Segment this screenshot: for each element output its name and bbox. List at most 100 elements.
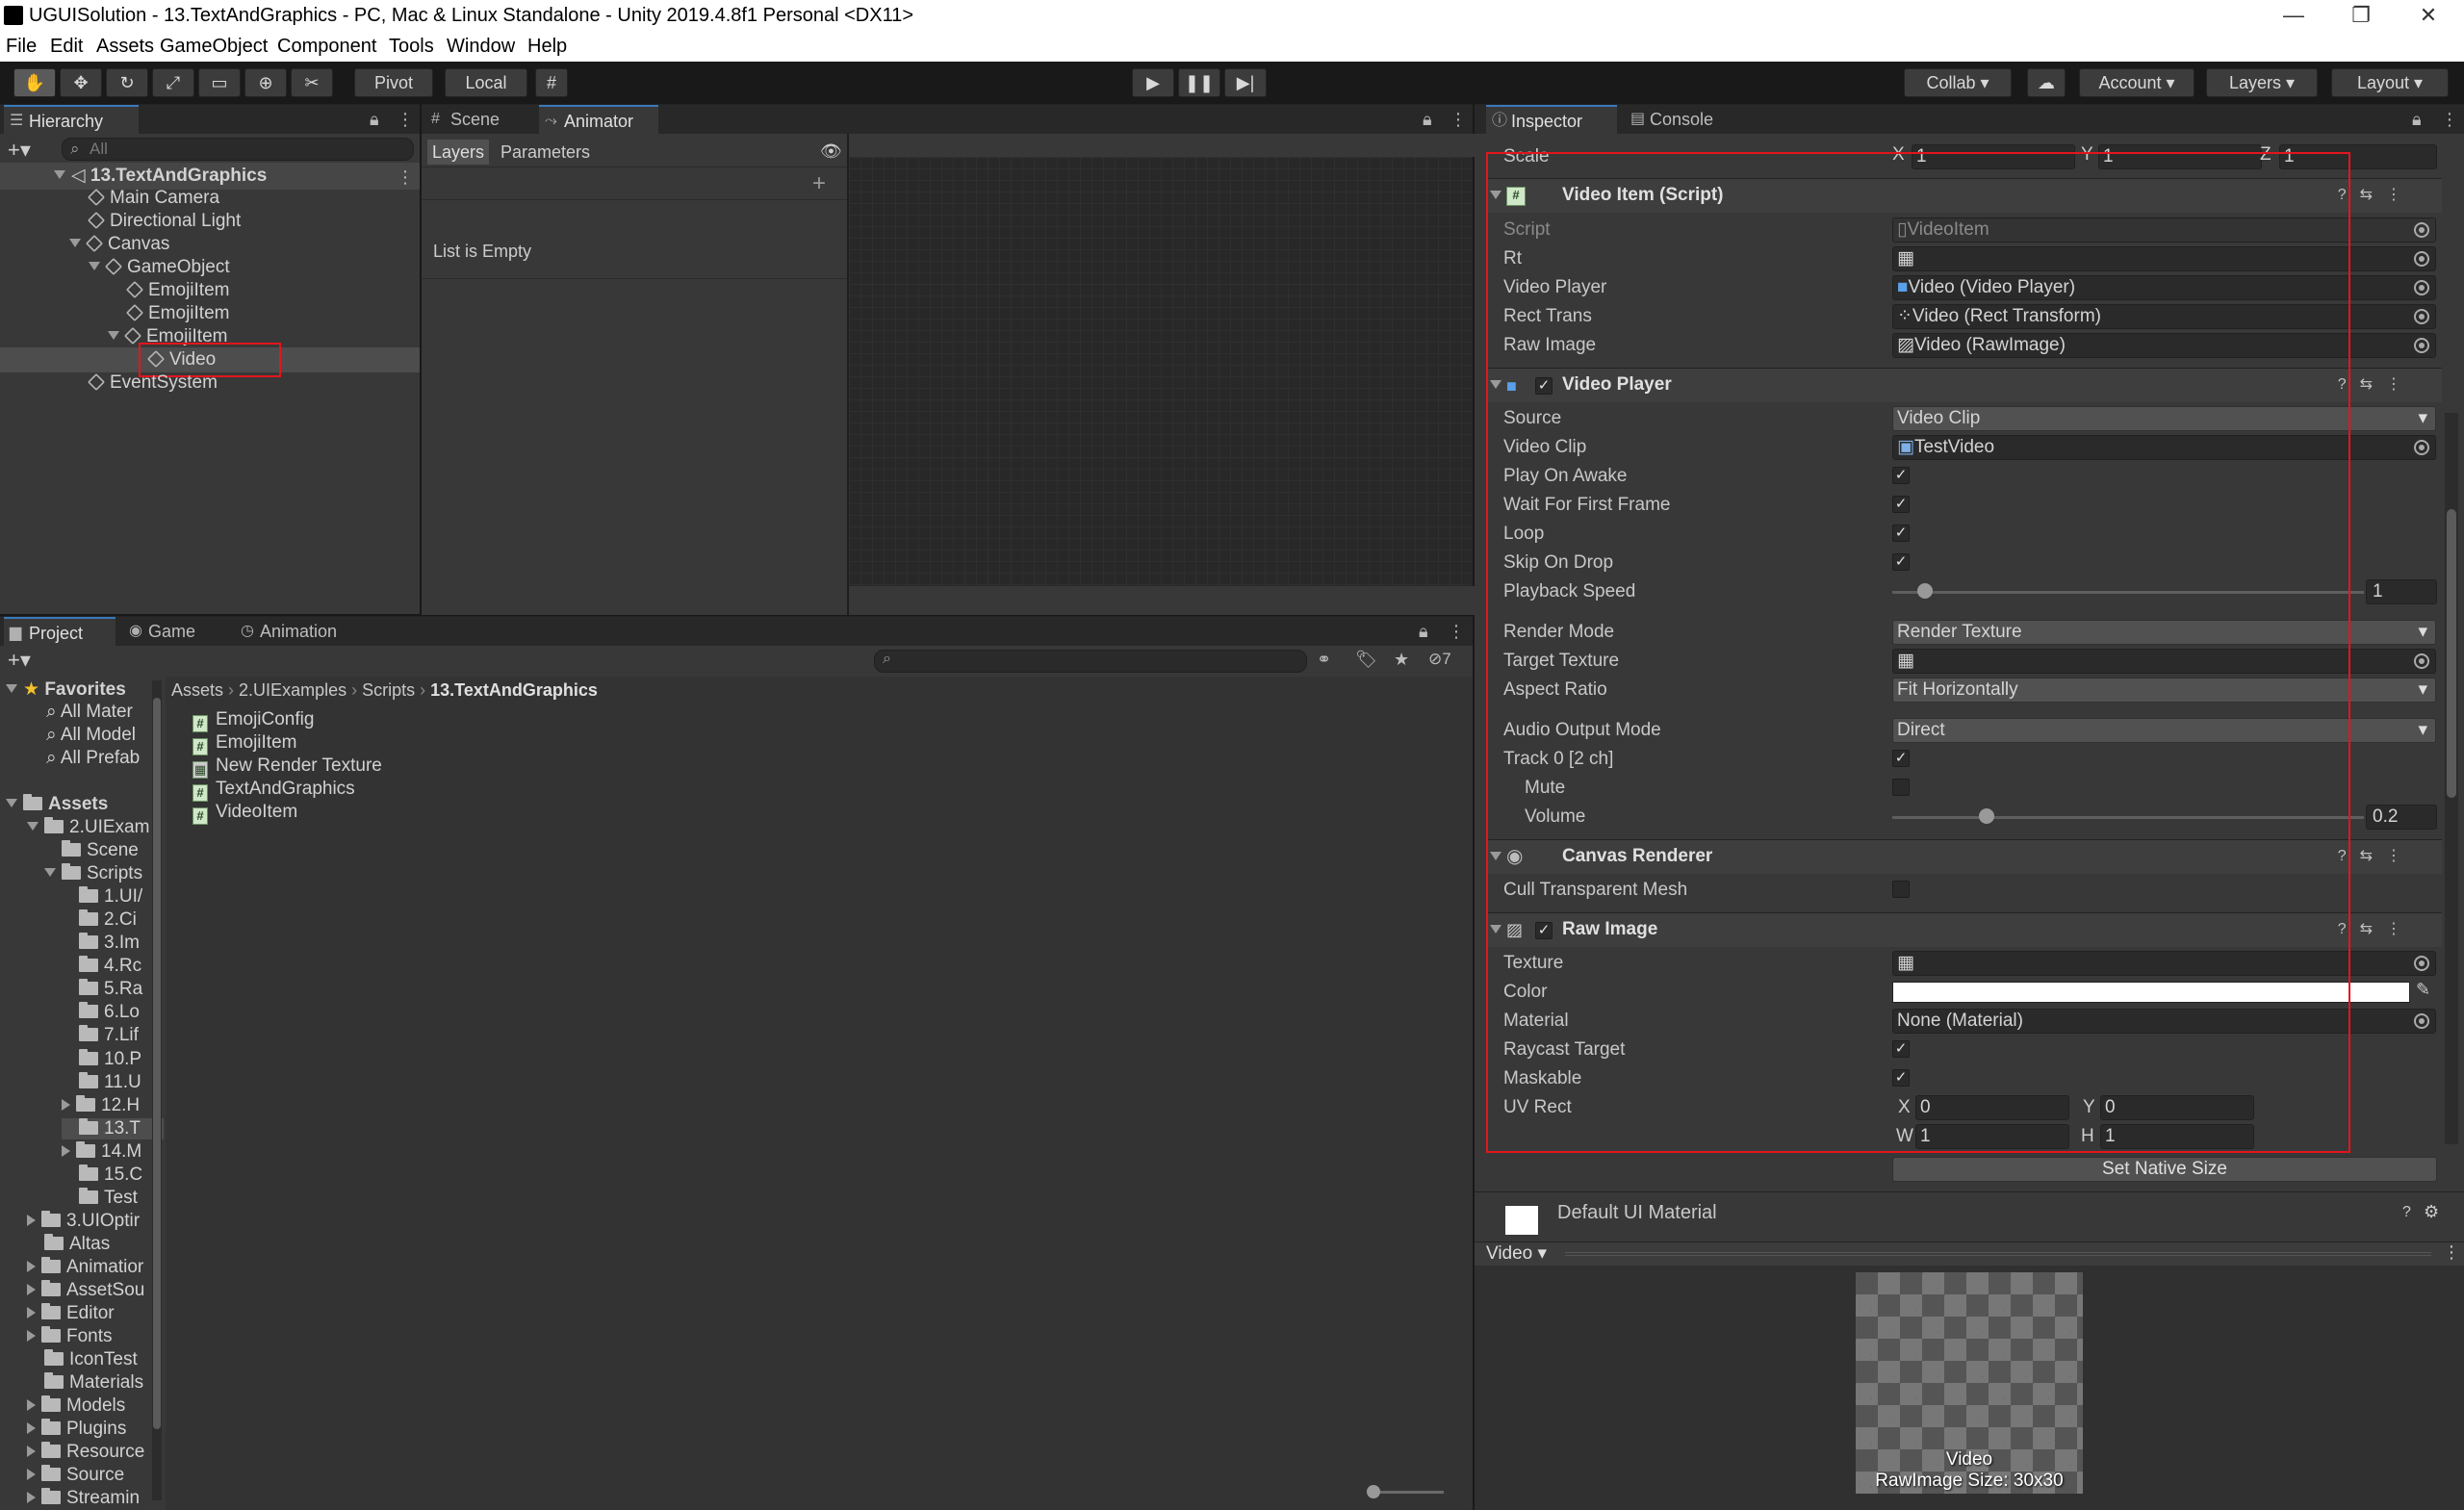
preview-dropdown[interactable]: Video ▾ (1486, 1242, 1547, 1265)
custom-tool-icon[interactable]: ✂ (291, 68, 333, 97)
breadcrumb-item[interactable]: 2.UIExamples (239, 680, 346, 700)
asset-folder-item[interactable]: 11.U (62, 1071, 141, 1093)
project-menu-icon[interactable]: ⋮ (1448, 617, 1465, 646)
hierarchy-item-canvas[interactable]: Canvas (69, 234, 169, 255)
expand-arrow-icon[interactable] (44, 868, 56, 878)
object-picker-icon[interactable] (2414, 338, 2429, 353)
material-settings-icon[interactable]: ⚙ (2424, 1202, 2439, 1222)
expand-arrow-icon[interactable] (27, 1260, 36, 1272)
asset-folder-item[interactable]: IconTest (27, 1349, 138, 1370)
expand-arrow-icon[interactable] (27, 1399, 36, 1412)
expand-arrow-icon[interactable] (62, 1144, 70, 1157)
move-tool-icon[interactable]: ✥ (60, 68, 102, 97)
asset-folder-item[interactable]: 10.P (62, 1048, 141, 1070)
inspector-menu-icon[interactable]: ⋮ (2441, 105, 2458, 134)
tab-animation[interactable]: ◷ Animation (235, 617, 360, 646)
tab-hierarchy[interactable]: ☰ Hierarchy (4, 105, 139, 134)
lock-icon[interactable]: 🔒︎ (1419, 617, 1428, 646)
asset-folder-item[interactable]: AssetSou (27, 1280, 144, 1301)
filter-label-icon[interactable]: 🏷︎ (1355, 650, 1377, 670)
hierarchy-item-emojiitem[interactable]: EmojiItem (125, 303, 229, 324)
asset-folder-item[interactable]: 5.Ra (62, 979, 142, 1000)
menu-assets[interactable]: Assets (96, 36, 154, 58)
asset-folder-item[interactable]: 3.UIOptir (27, 1210, 140, 1232)
favorite-item[interactable]: ⌕ All Model (46, 725, 136, 746)
lock-icon[interactable]: 🔒︎ (2412, 105, 2422, 134)
filter-type-icon[interactable]: ⚭ (1317, 650, 1331, 670)
object-picker-icon[interactable] (2414, 309, 2429, 324)
transform-tool-icon[interactable]: ⊕ (244, 68, 287, 97)
icon-size-slider[interactable] (1367, 1485, 1444, 1498)
asset-folder-item[interactable]: 13.T (62, 1117, 164, 1139)
file-item[interactable]: # VideoItem (192, 802, 297, 825)
local-toggle[interactable]: Local (445, 68, 527, 97)
animator-layers-tab[interactable]: Layers (427, 140, 489, 165)
inspector-scrollbar[interactable] (2445, 413, 2458, 1144)
rotate-tool-icon[interactable]: ↻ (106, 68, 148, 97)
object-picker-icon[interactable] (2414, 251, 2429, 267)
file-item[interactable]: ▦ New Render Texture (192, 755, 382, 779)
object-picker-icon[interactable] (2414, 440, 2429, 455)
grid-snap-icon[interactable]: # (535, 68, 568, 97)
lock-icon[interactable]: 🔒︎ (1423, 105, 1432, 134)
file-item[interactable]: # EmojiConfig (192, 709, 314, 732)
hierarchy-item-eventsystem[interactable]: EventSystem (87, 372, 218, 394)
hierarchy-menu-icon[interactable]: ⋮ (397, 105, 414, 134)
asset-folder-item[interactable]: Streamin (27, 1488, 140, 1509)
asset-folder-item[interactable]: Materials (27, 1372, 143, 1394)
asset-folder-item[interactable]: 2.UIExam (27, 817, 149, 838)
play-icon[interactable]: ▶ (1132, 68, 1174, 97)
menu-component[interactable]: Component (277, 36, 376, 58)
create-asset-icon[interactable]: +▾ (8, 648, 31, 673)
favorites-header[interactable]: ★ Favorites (6, 678, 126, 701)
asset-folder-item[interactable]: Scene (44, 840, 139, 861)
object-picker-icon[interactable] (2414, 280, 2429, 295)
hierarchy-search-input[interactable]: ⌕ All (62, 138, 414, 161)
file-item[interactable]: # TextAndGraphics (192, 779, 355, 802)
asset-folder-item[interactable]: Models (27, 1395, 125, 1417)
set-native-size-button[interactable]: Set Native Size (1892, 1157, 2437, 1182)
expand-arrow-icon[interactable] (27, 1330, 36, 1343)
asset-folder-item[interactable]: 4.Rc (62, 956, 141, 977)
menu-window[interactable]: Window (447, 36, 515, 58)
expand-arrow-icon[interactable] (62, 1098, 70, 1111)
tab-inspector[interactable]: ⓘ Inspector (1486, 105, 1617, 134)
create-add-icon[interactable]: +▾ (8, 138, 31, 163)
project-search-input[interactable]: ⌕ (874, 650, 1307, 673)
asset-folder-item[interactable]: Animatior (27, 1256, 143, 1278)
preview-menu-icon[interactable]: ⋮ (2443, 1242, 2460, 1263)
expand-arrow-icon[interactable] (27, 1422, 36, 1435)
tab-scene[interactable]: # Scene (425, 105, 529, 134)
tab-project[interactable]: ▆ Project (4, 617, 116, 646)
minimize-button[interactable]: — (2260, 0, 2327, 33)
object-picker-icon[interactable] (2414, 1013, 2429, 1029)
favorite-item[interactable]: ⌕ All Mater (46, 702, 133, 723)
tree-scrollbar[interactable] (152, 680, 162, 1500)
hierarchy-item-directional-light[interactable]: Directional Light (87, 211, 241, 232)
assets-header[interactable]: Assets (6, 794, 108, 815)
hierarchy-item-emojiitem[interactable]: EmojiItem (125, 280, 229, 301)
expand-arrow-icon[interactable] (27, 1307, 36, 1319)
file-item[interactable]: # EmojiItem (192, 732, 296, 755)
asset-folder-item[interactable]: 6.Lo (62, 1002, 140, 1023)
expand-arrow-icon[interactable] (27, 822, 38, 831)
menu-file[interactable]: File (6, 36, 37, 58)
playback-speed-field[interactable]: 1 (2366, 579, 2437, 604)
asset-folder-item[interactable]: 3.Im (62, 933, 140, 954)
asset-folder-item[interactable]: 15.C (62, 1164, 142, 1186)
breadcrumb-item[interactable]: Assets (171, 680, 223, 700)
animator-graph-canvas[interactable] (847, 134, 1475, 615)
expand-arrow-icon[interactable] (27, 1284, 36, 1295)
asset-folder-item[interactable]: Source (27, 1465, 124, 1486)
preview-drag-bar[interactable] (1565, 1252, 2431, 1256)
asset-folder-item[interactable]: Scripts (44, 863, 142, 884)
inspector-scroll-thumb[interactable] (2447, 509, 2456, 798)
close-button[interactable]: ✕ (2395, 0, 2462, 33)
pause-icon[interactable]: ❚❚ (1178, 68, 1220, 97)
tab-animator[interactable]: ⤳ Animator (539, 105, 658, 134)
menu-help[interactable]: Help (527, 36, 567, 58)
rect-tool-icon[interactable]: ▭ (198, 68, 241, 97)
expand-arrow-icon[interactable] (27, 1469, 36, 1481)
breadcrumb-current[interactable]: 13.TextAndGraphics (430, 680, 598, 700)
account-dropdown[interactable]: Account ▾ (2079, 68, 2194, 97)
